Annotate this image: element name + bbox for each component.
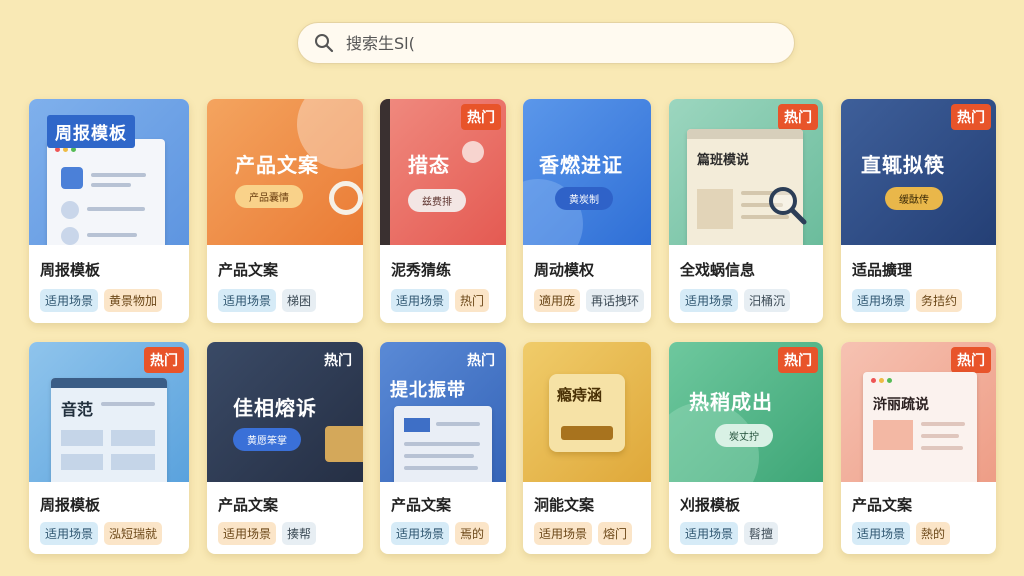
tag: 适用场景 — [218, 522, 277, 545]
card-thumbnail: 热门 直辄拟筷 缓酞传 — [841, 99, 996, 245]
tag: 适用场景 — [534, 522, 593, 545]
thumbnail-title: 周报模板 — [55, 124, 127, 144]
search-bar[interactable] — [297, 22, 795, 64]
template-card[interactable]: 热门 浒丽疏说 产品文案 适用场景 熱的 — [841, 342, 996, 554]
card-title: 全戏蜗信息 — [680, 261, 756, 279]
hot-badge: 热门 — [951, 347, 991, 373]
thumbnail-pill: 缓酞传 — [885, 187, 943, 210]
hot-badge: 热门 — [951, 104, 991, 130]
thumbnail-pill: 黄愿笨掌 — [233, 428, 301, 451]
hot-badge: 热门 — [778, 347, 818, 373]
card-title: 泂能文案 — [534, 496, 595, 514]
thumbnail-pill: 黄炭制 — [555, 187, 613, 210]
search-icon — [315, 34, 334, 53]
magnifier-icon — [769, 187, 807, 225]
document-illustration: 音范 — [51, 378, 167, 482]
tag: 适用场景 — [40, 522, 99, 545]
template-card[interactable]: 热门 音范 周报模板 适用场景 泓短瑞就 — [29, 342, 189, 554]
folder-illustration — [325, 426, 363, 462]
tag: 適用庞 — [534, 289, 581, 312]
search-input[interactable] — [344, 32, 768, 54]
thumbnail-pill: 炭丈拧 — [715, 424, 773, 447]
tag: 熔门 — [598, 522, 633, 545]
template-card[interactable]: 热门 篇班模说 全戏蜗信息 适用场景 汨桶沉 — [669, 99, 823, 323]
card-title: 产品文案 — [218, 496, 279, 514]
document-illustration — [47, 139, 165, 245]
template-card[interactable]: 热门 直辄拟筷 缓酞传 适品擴理 适用场景 务拮约 — [841, 99, 996, 323]
tag: 适用场景 — [680, 289, 739, 312]
template-card[interactable]: 瘾痔涵 泂能文案 适用场景 熔门 — [523, 342, 651, 554]
card-thumbnail: 热门 措态 兹费排 — [380, 99, 506, 245]
tag: 热门 — [455, 289, 490, 312]
thumbnail-title: 措态 — [408, 153, 450, 177]
card-thumbnail: 香燃进证 黄炭制 — [523, 99, 651, 245]
card-title: 产品文案 — [391, 496, 452, 514]
decorative-dot — [462, 141, 484, 163]
decorative-ring — [329, 181, 363, 215]
tag: 梯困 — [282, 289, 317, 312]
card-title: 周报模板 — [40, 261, 101, 279]
card-thumbnail: 周报模板 — [29, 99, 189, 245]
card-title: 周报模板 — [40, 496, 101, 514]
stamp-card-illustration: 瘾痔涵 — [549, 374, 625, 452]
thumbnail-title: 提北振带 — [390, 380, 466, 401]
thumbnail-title-banner: 周报模板 — [47, 115, 135, 148]
hot-badge: 热门 — [461, 104, 501, 130]
tag: 适用场景 — [218, 289, 277, 312]
card-thumbnail: 热门 篇班模说 — [669, 99, 823, 245]
document-illustration — [394, 406, 492, 482]
card-thumbnail: 瘾痔涵 — [523, 342, 651, 482]
tag: 务拮约 — [916, 289, 963, 312]
tag: 适用场景 — [852, 522, 911, 545]
tag: 泓短瑞就 — [104, 522, 163, 545]
thumbnail-pill: 兹费排 — [408, 189, 466, 212]
document-title: 篇班模说 — [697, 153, 750, 168]
tag: 焉的 — [455, 522, 490, 545]
card-thumbnail: 热门 提北振带 — [380, 342, 506, 482]
card-title: 产品文案 — [218, 261, 279, 279]
card-thumbnail: 热门 音范 — [29, 342, 189, 482]
template-card[interactable]: 热门 提北振带 产品文案 适用场景 焉的 — [380, 342, 506, 554]
document-illustration: 浒丽疏说 — [863, 372, 977, 482]
card-title: 周动模权 — [534, 261, 595, 279]
template-card[interactable]: 香燃进证 黄炭制 周动模权 適用庞 再话拽环 — [523, 99, 651, 323]
card-thumbnail: 热门 浒丽疏说 — [841, 342, 996, 482]
document-title: 浒丽疏说 — [873, 397, 929, 413]
tag: 髫擅 — [744, 522, 779, 545]
template-card[interactable]: 产品文案 产品囊情 产品文案 适用场景 梯困 — [207, 99, 363, 323]
tag: 再话拽环 — [586, 289, 645, 312]
card-title: 刈报模板 — [680, 496, 741, 514]
tag: 适用场景 — [40, 289, 99, 312]
card-thumbnail: 热门 佳相熔诉 黄愿笨掌 — [207, 342, 363, 482]
card-thumbnail: 热门 热稍成出 炭丈拧 — [669, 342, 823, 482]
thumbnail-pill: 产品囊情 — [235, 185, 303, 208]
hot-badge: 热门 — [467, 353, 495, 369]
thumbnail-title: 热稍成出 — [689, 390, 773, 414]
card-title: 产品文案 — [852, 496, 913, 514]
card-title: 泥秀猜练 — [391, 261, 452, 279]
tag: 适用场景 — [391, 522, 450, 545]
tag: 适用场景 — [680, 522, 739, 545]
hot-badge: 热门 — [778, 104, 818, 130]
template-card[interactable]: 热门 措态 兹费排 泥秀猜练 适用场景 热门 — [380, 99, 506, 323]
template-card[interactable]: 周报模板 周报模板 适用场景 黄景物加 — [29, 99, 189, 323]
tag: 揍帮 — [282, 522, 317, 545]
template-card[interactable]: 热门 热稍成出 炭丈拧 刈报模板 适用场景 髫擅 — [669, 342, 823, 554]
tag: 适用场景 — [391, 289, 450, 312]
hot-badge: 热门 — [324, 353, 352, 369]
tag: 适用场景 — [852, 289, 911, 312]
template-card[interactable]: 热门 佳相熔诉 黄愿笨掌 产品文案 适用场景 揍帮 — [207, 342, 363, 554]
tag: 熱的 — [916, 522, 951, 545]
thumbnail-title: 瘾痔涵 — [557, 386, 603, 404]
thumbnail-title: 佳相熔诉 — [233, 396, 317, 420]
document-title: 音范 — [61, 400, 94, 419]
hot-badge: 热门 — [144, 347, 184, 373]
tag: 汨桶沉 — [744, 289, 791, 312]
thumbnail-title: 直辄拟筷 — [861, 153, 945, 177]
thumbnail-title: 产品文案 — [235, 153, 319, 177]
tag: 黄景物加 — [104, 289, 163, 312]
card-thumbnail: 产品文案 产品囊情 — [207, 99, 363, 245]
card-title: 适品擴理 — [852, 261, 913, 279]
thumbnail-title: 香燃进证 — [539, 153, 623, 177]
